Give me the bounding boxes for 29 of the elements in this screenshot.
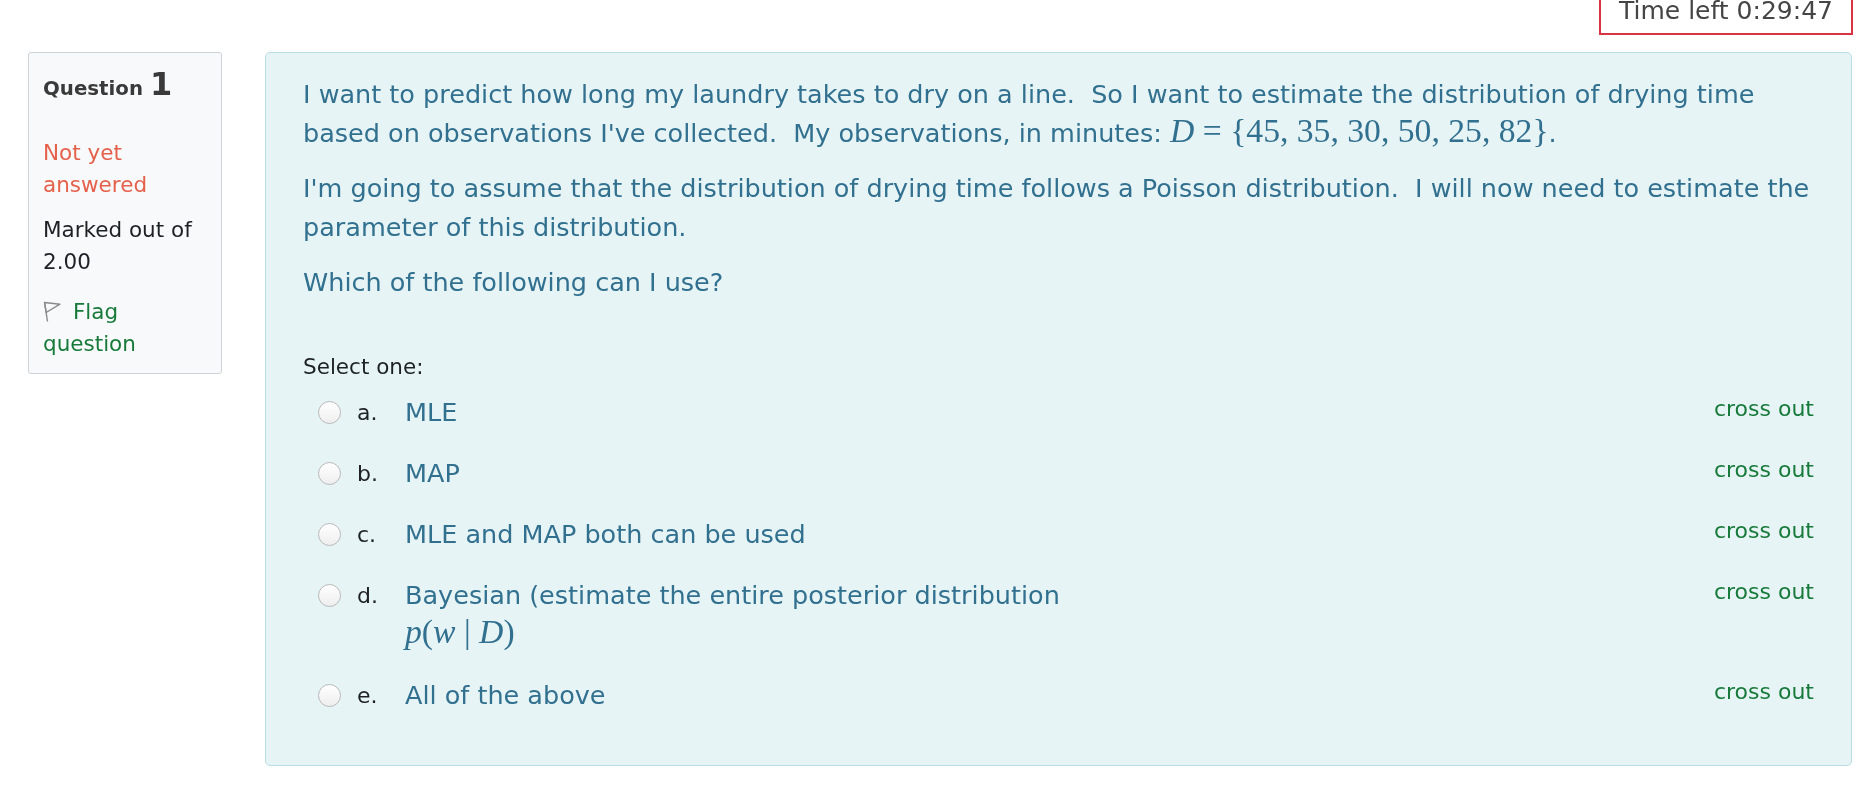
answer-option[interactable]: Bayesian (estimate the entire posterior distribution p(w | D) xyxy=(405,575,1105,654)
option-letter: a. xyxy=(357,399,378,425)
radio-button[interactable] xyxy=(318,522,341,546)
marks-text: Marked out of 2.00 xyxy=(43,216,194,277)
cross-out-link[interactable]: cross out xyxy=(1713,675,1814,708)
option-letter: d. xyxy=(357,582,378,608)
timer: Time left 0:29:47 xyxy=(1599,0,1853,35)
answer-prompt: Select one: xyxy=(303,352,425,381)
flag-question-link[interactable]: Flag question xyxy=(43,295,143,360)
cross-out-link[interactable]: cross out xyxy=(1713,514,1814,547)
option-letter: c. xyxy=(357,521,377,547)
answer-option[interactable]: MAP xyxy=(405,453,460,493)
cross-out-link[interactable]: cross out xyxy=(1713,453,1814,486)
cross-out-link[interactable]: cross out xyxy=(1713,575,1814,608)
radio-button[interactable] xyxy=(318,683,341,707)
cross-out-link[interactable]: cross out xyxy=(1713,392,1814,425)
question-text: I want to predict how long my laundry takes to dry on a line. So I want to estimate the distribution of drying time based on observations I've collected. My observations, in minutes: D = {45, 35, 30, 50, 25, 82}. xyxy=(303,77,1756,151)
answer-option[interactable]: MLE and MAP both can be used xyxy=(405,514,806,554)
question-text: Which of the following can I use? xyxy=(303,265,725,299)
answer-option[interactable]: All of the above xyxy=(405,675,606,715)
radio-button[interactable] xyxy=(318,583,341,607)
radio-button[interactable] xyxy=(318,461,341,485)
answer-status: Not yet answered xyxy=(43,138,149,199)
radio-button[interactable] xyxy=(318,400,341,424)
option-letter: b. xyxy=(357,460,378,486)
answer-option[interactable]: MLE xyxy=(405,392,458,432)
question-text: I'm going to assume that the distribution of drying time follows a Poisson distribution. I will now need to estimate the parameter of this distribution. xyxy=(303,171,1811,244)
option-letter: e. xyxy=(357,682,378,708)
question-number: Question 1 xyxy=(43,63,174,105)
